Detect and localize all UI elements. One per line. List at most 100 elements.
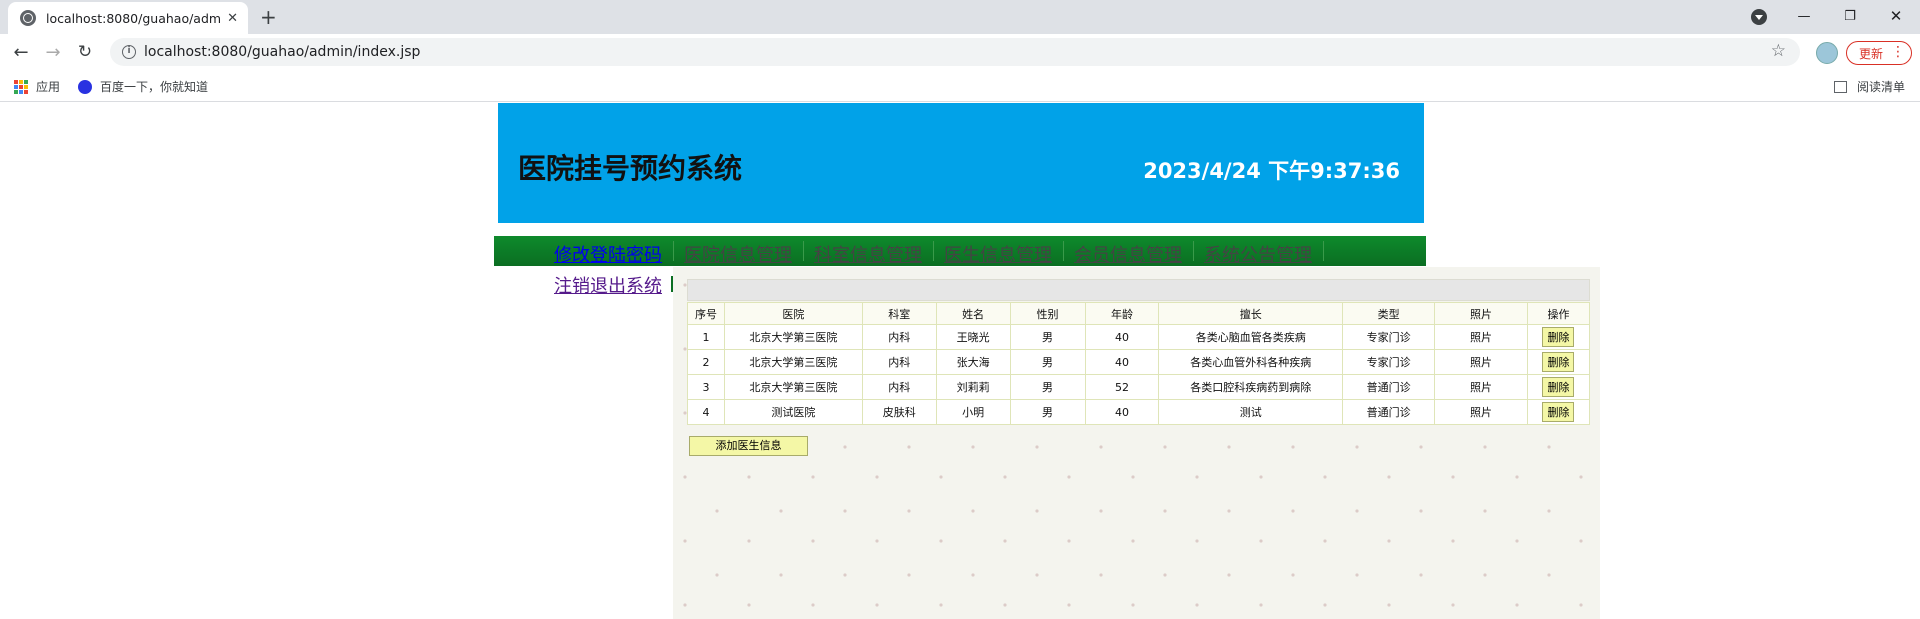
- bookmark-label: 百度一下，你就知道: [100, 80, 209, 94]
- url-text[interactable]: localhost:8080/guahao/admin/index.jsp: [144, 44, 420, 60]
- delete-button[interactable]: 删除: [1542, 327, 1575, 347]
- cell-name: 刘莉莉: [935, 374, 1011, 400]
- doctor-table: 序号 医院 科室 姓名 性别 年龄 擅长 类型 照片 操作 1 北京大学第三医院…: [687, 302, 1591, 425]
- cell-photo[interactable]: 照片: [1434, 399, 1528, 425]
- address-bar[interactable]: i localhost:8080/guahao/admin/index.jsp …: [110, 38, 1800, 66]
- new-tab-icon[interactable]: +: [260, 5, 277, 29]
- nav-change-password[interactable]: 修改登陆密码: [554, 241, 662, 267]
- cell-action: 删除: [1526, 399, 1591, 425]
- nav-doctor-management[interactable]: 医生信息管理: [944, 241, 1052, 267]
- cell-no: 4: [687, 399, 725, 425]
- nav-hospital-management[interactable]: 医院信息管理: [684, 241, 792, 267]
- cell-type: 普通门诊: [1342, 374, 1436, 400]
- close-tab-icon[interactable]: ✕: [227, 11, 238, 26]
- nav-separator: [1063, 241, 1064, 261]
- cell-type: 专家门诊: [1342, 349, 1436, 375]
- cell-hospital: 北京大学第三医院: [723, 374, 863, 400]
- cell-dept: 内科: [861, 349, 937, 375]
- add-doctor-button[interactable]: 添加医生信息: [689, 436, 808, 456]
- cell-action: 删除: [1526, 349, 1591, 375]
- delete-button[interactable]: 删除: [1542, 402, 1575, 422]
- nav-separator: [673, 241, 674, 261]
- cell-name: 小明: [935, 399, 1011, 425]
- browser-tab[interactable]: localhost:8080/guahao/admin ✕: [8, 2, 248, 34]
- forward-icon[interactable]: →: [41, 40, 65, 64]
- bookmarks-bar: 应用 百度一下，你就知道 阅读清单: [0, 70, 1920, 102]
- column-header: 操作: [1526, 302, 1591, 325]
- cell-name: 张大海: [935, 349, 1011, 375]
- restore-icon[interactable]: ❐: [1827, 0, 1873, 32]
- cell-photo[interactable]: 照片: [1434, 324, 1528, 350]
- cell-gender: 男: [1009, 324, 1086, 350]
- baidu-paw-icon: [78, 79, 92, 94]
- column-header: 序号: [687, 302, 725, 325]
- reading-list[interactable]: 阅读清单: [1834, 78, 1905, 95]
- cell-no: 2: [687, 349, 725, 375]
- cell-no: 1: [687, 324, 725, 350]
- profile-avatar[interactable]: [1816, 42, 1838, 64]
- cell-dept: 内科: [861, 374, 937, 400]
- update-button[interactable]: 更新 ⋮: [1846, 41, 1912, 65]
- cell-action: 删除: [1526, 324, 1591, 350]
- cell-gender: 男: [1009, 399, 1086, 425]
- table-row: 2 北京大学第三医院 内科 张大海 男 40 各类心血管外科各种疾病 专家门诊 …: [687, 349, 1591, 375]
- reload-icon[interactable]: ↻: [73, 40, 97, 64]
- cell-dept: 内科: [861, 324, 937, 350]
- cell-specialty: 各类心脑血管各类疾病: [1158, 324, 1344, 350]
- nav-menu-bar: 修改登陆密码 医院信息管理 科室信息管理 医生信息管理 会员信息管理 系统公告管…: [494, 236, 1426, 266]
- tab-title: localhost:8080/guahao/admin: [46, 10, 222, 26]
- browser-tab-strip: localhost:8080/guahao/admin ✕ + — ❐ ✕: [0, 0, 1920, 34]
- minimize-icon[interactable]: —: [1781, 0, 1827, 32]
- cell-specialty: 测试: [1158, 399, 1344, 425]
- column-header: 照片: [1434, 302, 1528, 325]
- menu-dots-icon: ⋮: [1891, 44, 1905, 60]
- cell-photo[interactable]: 照片: [1434, 349, 1528, 375]
- cell-photo[interactable]: 照片: [1434, 374, 1528, 400]
- nav-logout[interactable]: 注销退出系统: [554, 272, 662, 298]
- cell-age: 40: [1084, 399, 1160, 425]
- bookmark-label: 应用: [36, 80, 61, 94]
- column-header: 类型: [1342, 302, 1436, 325]
- column-header: 擅长: [1158, 302, 1344, 325]
- table-header-row: 序号 医院 科室 姓名 性别 年龄 擅长 类型 照片 操作: [687, 302, 1591, 325]
- page-title: 医院挂号预约系统: [518, 152, 743, 185]
- bookmark-apps[interactable]: 应用: [14, 78, 60, 95]
- delete-button[interactable]: 删除: [1542, 377, 1575, 397]
- site-info-icon[interactable]: i: [122, 45, 136, 59]
- site-header: 医院挂号预约系统 2023/4/24 下午9:37:36: [498, 103, 1424, 223]
- browser-toolbar: ← → ↻ i localhost:8080/guahao/admin/inde…: [0, 34, 1920, 70]
- cell-gender: 男: [1009, 349, 1086, 375]
- cell-name: 王晓光: [935, 324, 1011, 350]
- bookmark-baidu[interactable]: 百度一下，你就知道: [78, 78, 208, 95]
- column-header: 性别: [1009, 302, 1086, 325]
- cell-age: 52: [1084, 374, 1160, 400]
- cell-hospital: 北京大学第三医院: [723, 324, 863, 350]
- nav-announcement-management[interactable]: 系统公告管理: [1204, 241, 1312, 267]
- bookmark-star-icon[interactable]: ☆: [1771, 41, 1786, 61]
- cell-hospital: 北京大学第三医院: [723, 349, 863, 375]
- update-label: 更新: [1859, 46, 1884, 61]
- cell-age: 40: [1084, 349, 1160, 375]
- apps-grid-icon: [14, 79, 28, 94]
- close-window-icon[interactable]: ✕: [1873, 0, 1919, 32]
- nav-department-management[interactable]: 科室信息管理: [814, 241, 922, 267]
- tab-search-icon[interactable]: [1751, 9, 1767, 25]
- main-content: 序号 医院 科室 姓名 性别 年龄 擅长 类型 照片 操作 1 北京大学第三医院…: [673, 267, 1600, 619]
- cell-type: 专家门诊: [1342, 324, 1436, 350]
- table-caption-bar: [687, 279, 1590, 301]
- globe-icon: [20, 10, 36, 26]
- column-header: 年龄: [1084, 302, 1160, 325]
- reading-list-icon: [1834, 80, 1847, 93]
- column-header: 科室: [861, 302, 937, 325]
- cell-age: 40: [1084, 324, 1160, 350]
- nav-member-management[interactable]: 会员信息管理: [1074, 241, 1182, 267]
- column-header: 医院: [723, 302, 863, 325]
- delete-button[interactable]: 删除: [1542, 352, 1575, 372]
- cell-gender: 男: [1009, 374, 1086, 400]
- cell-specialty: 各类口腔科疾病药到病除: [1158, 374, 1344, 400]
- nav-separator: [803, 241, 804, 261]
- back-icon[interactable]: ←: [9, 40, 33, 64]
- cell-type: 普通门诊: [1342, 399, 1436, 425]
- cell-no: 3: [687, 374, 725, 400]
- table-row: 1 北京大学第三医院 内科 王晓光 男 40 各类心脑血管各类疾病 专家门诊 照…: [687, 324, 1591, 350]
